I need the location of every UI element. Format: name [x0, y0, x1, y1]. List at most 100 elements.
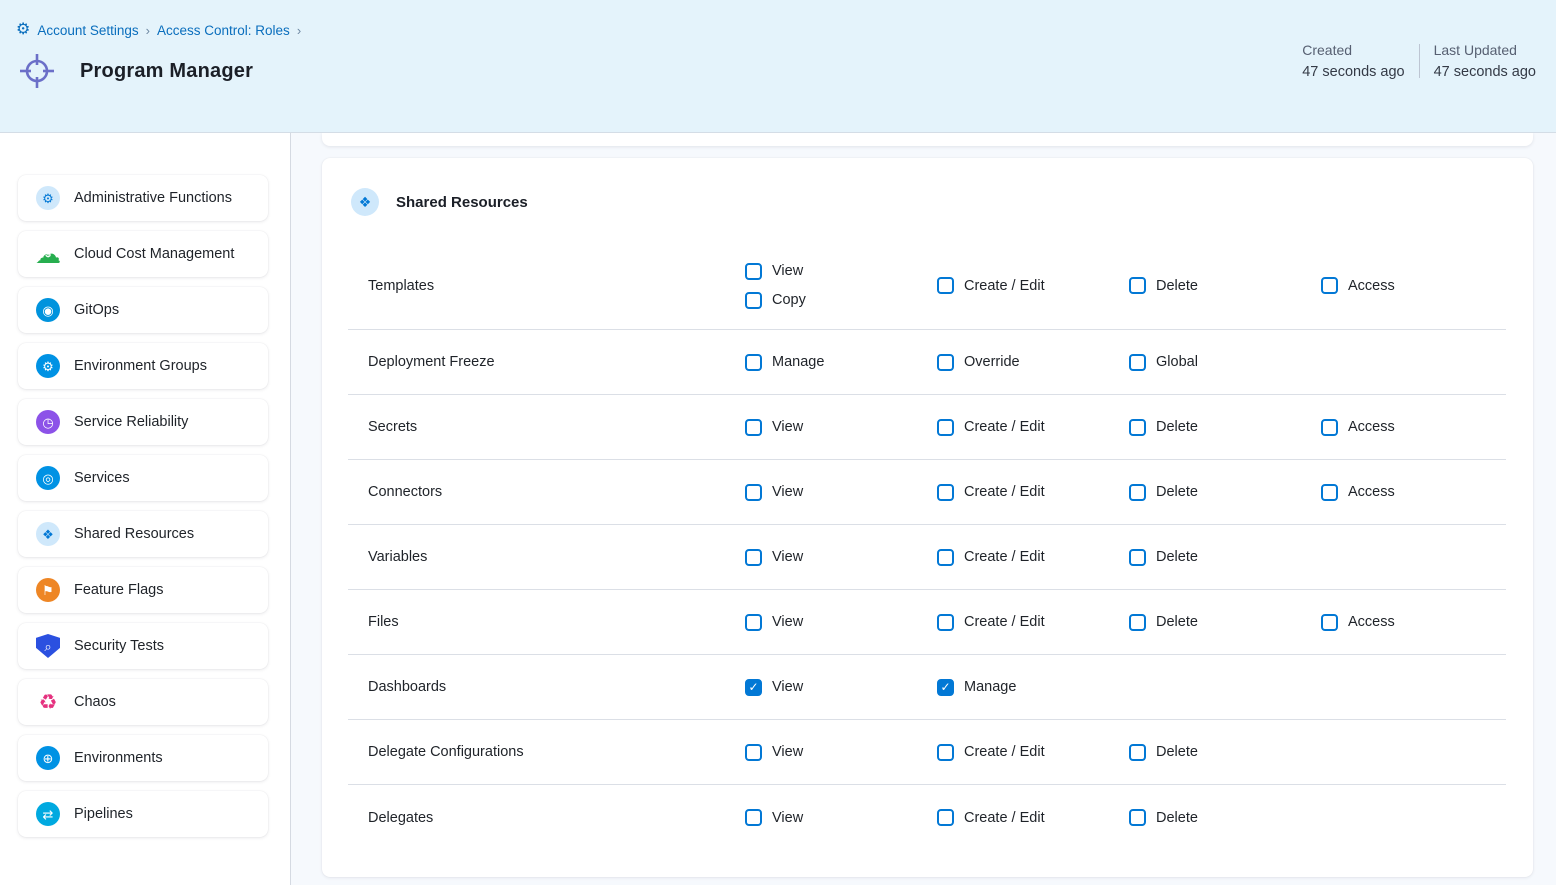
permission-option-variables-create-edit[interactable]: Create / Edit — [937, 549, 1129, 566]
security-tests-icon: ⌕ — [36, 634, 60, 658]
checkbox-delegate-configurations-view[interactable] — [745, 744, 762, 761]
checkbox-connectors-access[interactable] — [1321, 484, 1338, 501]
environments-icon: ⊕ — [36, 746, 60, 770]
breadcrumb: ⚙ Account Settings › Access Control: Rol… — [16, 22, 1556, 38]
checkbox-templates-delete[interactable] — [1129, 277, 1146, 294]
sidebar-item-environments[interactable]: ⊕ Environments — [18, 735, 268, 781]
sidebar-item-label: Feature Flags — [74, 582, 163, 598]
permission-option-files-create-edit[interactable]: Create / Edit — [937, 614, 1129, 631]
checkbox-delegates-delete[interactable] — [1129, 809, 1146, 826]
checkbox-delegates-create-edit[interactable] — [937, 809, 954, 826]
checkbox-delegates-view[interactable] — [745, 809, 762, 826]
checkbox-files-view[interactable] — [745, 614, 762, 631]
checkbox-secrets-create-edit[interactable] — [937, 419, 954, 436]
checkbox-secrets-view[interactable] — [745, 419, 762, 436]
permission-option-delegates-view[interactable]: View — [745, 809, 937, 826]
permission-option-delegate-configurations-view[interactable]: View — [745, 744, 937, 761]
permission-option-secrets-view[interactable]: View — [745, 419, 937, 436]
permission-option-dashboards-view[interactable]: ✓ View — [745, 679, 937, 696]
checkbox-connectors-view[interactable] — [745, 484, 762, 501]
permission-option-label: View — [772, 484, 803, 500]
permission-option-deployment-freeze-override[interactable]: Override — [937, 354, 1129, 371]
permission-option-label: Create / Edit — [964, 549, 1045, 565]
permission-option-files-access[interactable]: Access — [1321, 614, 1513, 631]
gitops-icon: ◉ — [36, 298, 60, 322]
permission-column: View — [745, 484, 937, 501]
breadcrumb-access-control-roles[interactable]: Access Control: Roles — [157, 23, 290, 38]
permission-option-templates-create-edit[interactable]: Create / Edit — [937, 277, 1129, 294]
permission-option-variables-delete[interactable]: Delete — [1129, 549, 1321, 566]
permission-option-delegates-delete[interactable]: Delete — [1129, 809, 1321, 826]
checkbox-delegate-configurations-create-edit[interactable] — [937, 744, 954, 761]
sidebar-item-administrative-functions[interactable]: ⚙ Administrative Functions — [18, 175, 268, 221]
checkbox-connectors-create-edit[interactable] — [937, 484, 954, 501]
permission-option-connectors-view[interactable]: View — [745, 484, 937, 501]
permission-option-label: Create / Edit — [964, 810, 1045, 826]
permission-row-dashboards: Dashboards ✓ View ✓ Manage — [348, 655, 1506, 720]
permission-option-secrets-access[interactable]: Access — [1321, 419, 1513, 436]
checkbox-dashboards-manage[interactable]: ✓ — [937, 679, 954, 696]
permission-option-files-view[interactable]: View — [745, 614, 937, 631]
checkbox-dashboards-view[interactable]: ✓ — [745, 679, 762, 696]
sidebar-item-service-reliability[interactable]: ◷ Service Reliability — [18, 399, 268, 445]
permission-option-deployment-freeze-global[interactable]: Global — [1129, 354, 1321, 371]
checkbox-deployment-freeze-global[interactable] — [1129, 354, 1146, 371]
permission-option-delegate-configurations-delete[interactable]: Delete — [1129, 744, 1321, 761]
permission-option-connectors-delete[interactable]: Delete — [1129, 484, 1321, 501]
sidebar-item-cloud-cost-management[interactable]: ☁$ Cloud Cost Management — [18, 231, 268, 277]
sidebar-item-security-tests[interactable]: ⌕ Security Tests — [18, 623, 268, 669]
permission-option-secrets-create-edit[interactable]: Create / Edit — [937, 419, 1129, 436]
sidebar-item-services[interactable]: ◎ Services — [18, 455, 268, 501]
checkbox-variables-delete[interactable] — [1129, 549, 1146, 566]
checkbox-templates-create-edit[interactable] — [937, 277, 954, 294]
permission-option-files-delete[interactable]: Delete — [1129, 614, 1321, 631]
checkbox-variables-view[interactable] — [745, 549, 762, 566]
role-meta: Created 47 seconds ago Last Updated 47 s… — [1288, 42, 1550, 80]
permission-option-templates-copy[interactable]: Copy — [745, 292, 937, 309]
checkbox-connectors-delete[interactable] — [1129, 484, 1146, 501]
permission-column: Delete — [1129, 809, 1321, 826]
permission-option-templates-view[interactable]: View — [745, 263, 937, 280]
checkbox-files-create-edit[interactable] — [937, 614, 954, 631]
permission-option-connectors-create-edit[interactable]: Create / Edit — [937, 484, 1129, 501]
permission-option-variables-view[interactable]: View — [745, 549, 937, 566]
checkbox-deployment-freeze-manage[interactable] — [745, 354, 762, 371]
sidebar-item-pipelines[interactable]: ⇄ Pipelines — [18, 791, 268, 837]
checkbox-files-delete[interactable] — [1129, 614, 1146, 631]
checkbox-delegate-configurations-delete[interactable] — [1129, 744, 1146, 761]
permission-row-variables: Variables View Create / Edit Delete — [348, 525, 1506, 590]
sidebar-item-chaos[interactable]: ♻ Chaos — [18, 679, 268, 725]
permission-column: Delete — [1129, 277, 1321, 294]
permission-row-files: Files View Create / Edit Delete Access — [348, 590, 1506, 655]
permission-option-delegates-create-edit[interactable]: Create / Edit — [937, 809, 1129, 826]
permission-option-label: Create / Edit — [964, 614, 1045, 630]
sidebar-item-gitops[interactable]: ◉ GitOps — [18, 287, 268, 333]
checkbox-deployment-freeze-override[interactable] — [937, 354, 954, 371]
checkbox-secrets-access[interactable] — [1321, 419, 1338, 436]
permission-name: Deployment Freeze — [348, 354, 745, 370]
checkbox-variables-create-edit[interactable] — [937, 549, 954, 566]
permission-column: Override — [937, 354, 1129, 371]
checkbox-files-access[interactable] — [1321, 614, 1338, 631]
permission-option-deployment-freeze-manage[interactable]: Manage — [745, 354, 937, 371]
permission-name: Files — [348, 614, 745, 630]
sidebar-item-shared-resources[interactable]: ❖ Shared Resources — [18, 511, 268, 557]
permission-option-connectors-access[interactable]: Access — [1321, 484, 1513, 501]
checkbox-templates-view[interactable] — [745, 263, 762, 280]
sidebar-item-environment-groups[interactable]: ⚙ Environment Groups — [18, 343, 268, 389]
checkbox-templates-access[interactable] — [1321, 277, 1338, 294]
breadcrumb-account-settings[interactable]: Account Settings — [37, 23, 138, 38]
permission-option-delegate-configurations-create-edit[interactable]: Create / Edit — [937, 744, 1129, 761]
permission-option-secrets-delete[interactable]: Delete — [1129, 419, 1321, 436]
permission-option-templates-delete[interactable]: Delete — [1129, 277, 1321, 294]
sidebar-item-label: Services — [74, 470, 130, 486]
permission-option-templates-access[interactable]: Access — [1321, 277, 1513, 294]
permission-name: Delegates — [348, 810, 745, 826]
checkbox-secrets-delete[interactable] — [1129, 419, 1146, 436]
resource-category-sidebar: ⚙ Administrative Functions ☁$ Cloud Cost… — [0, 133, 291, 885]
shared-resources-icon: ❖ — [36, 522, 60, 546]
sidebar-item-feature-flags[interactable]: ⚑ Feature Flags — [18, 567, 268, 613]
checkbox-templates-copy[interactable] — [745, 292, 762, 309]
permission-option-dashboards-manage[interactable]: ✓ Manage — [937, 679, 1129, 696]
section-title: Shared Resources — [396, 194, 528, 211]
